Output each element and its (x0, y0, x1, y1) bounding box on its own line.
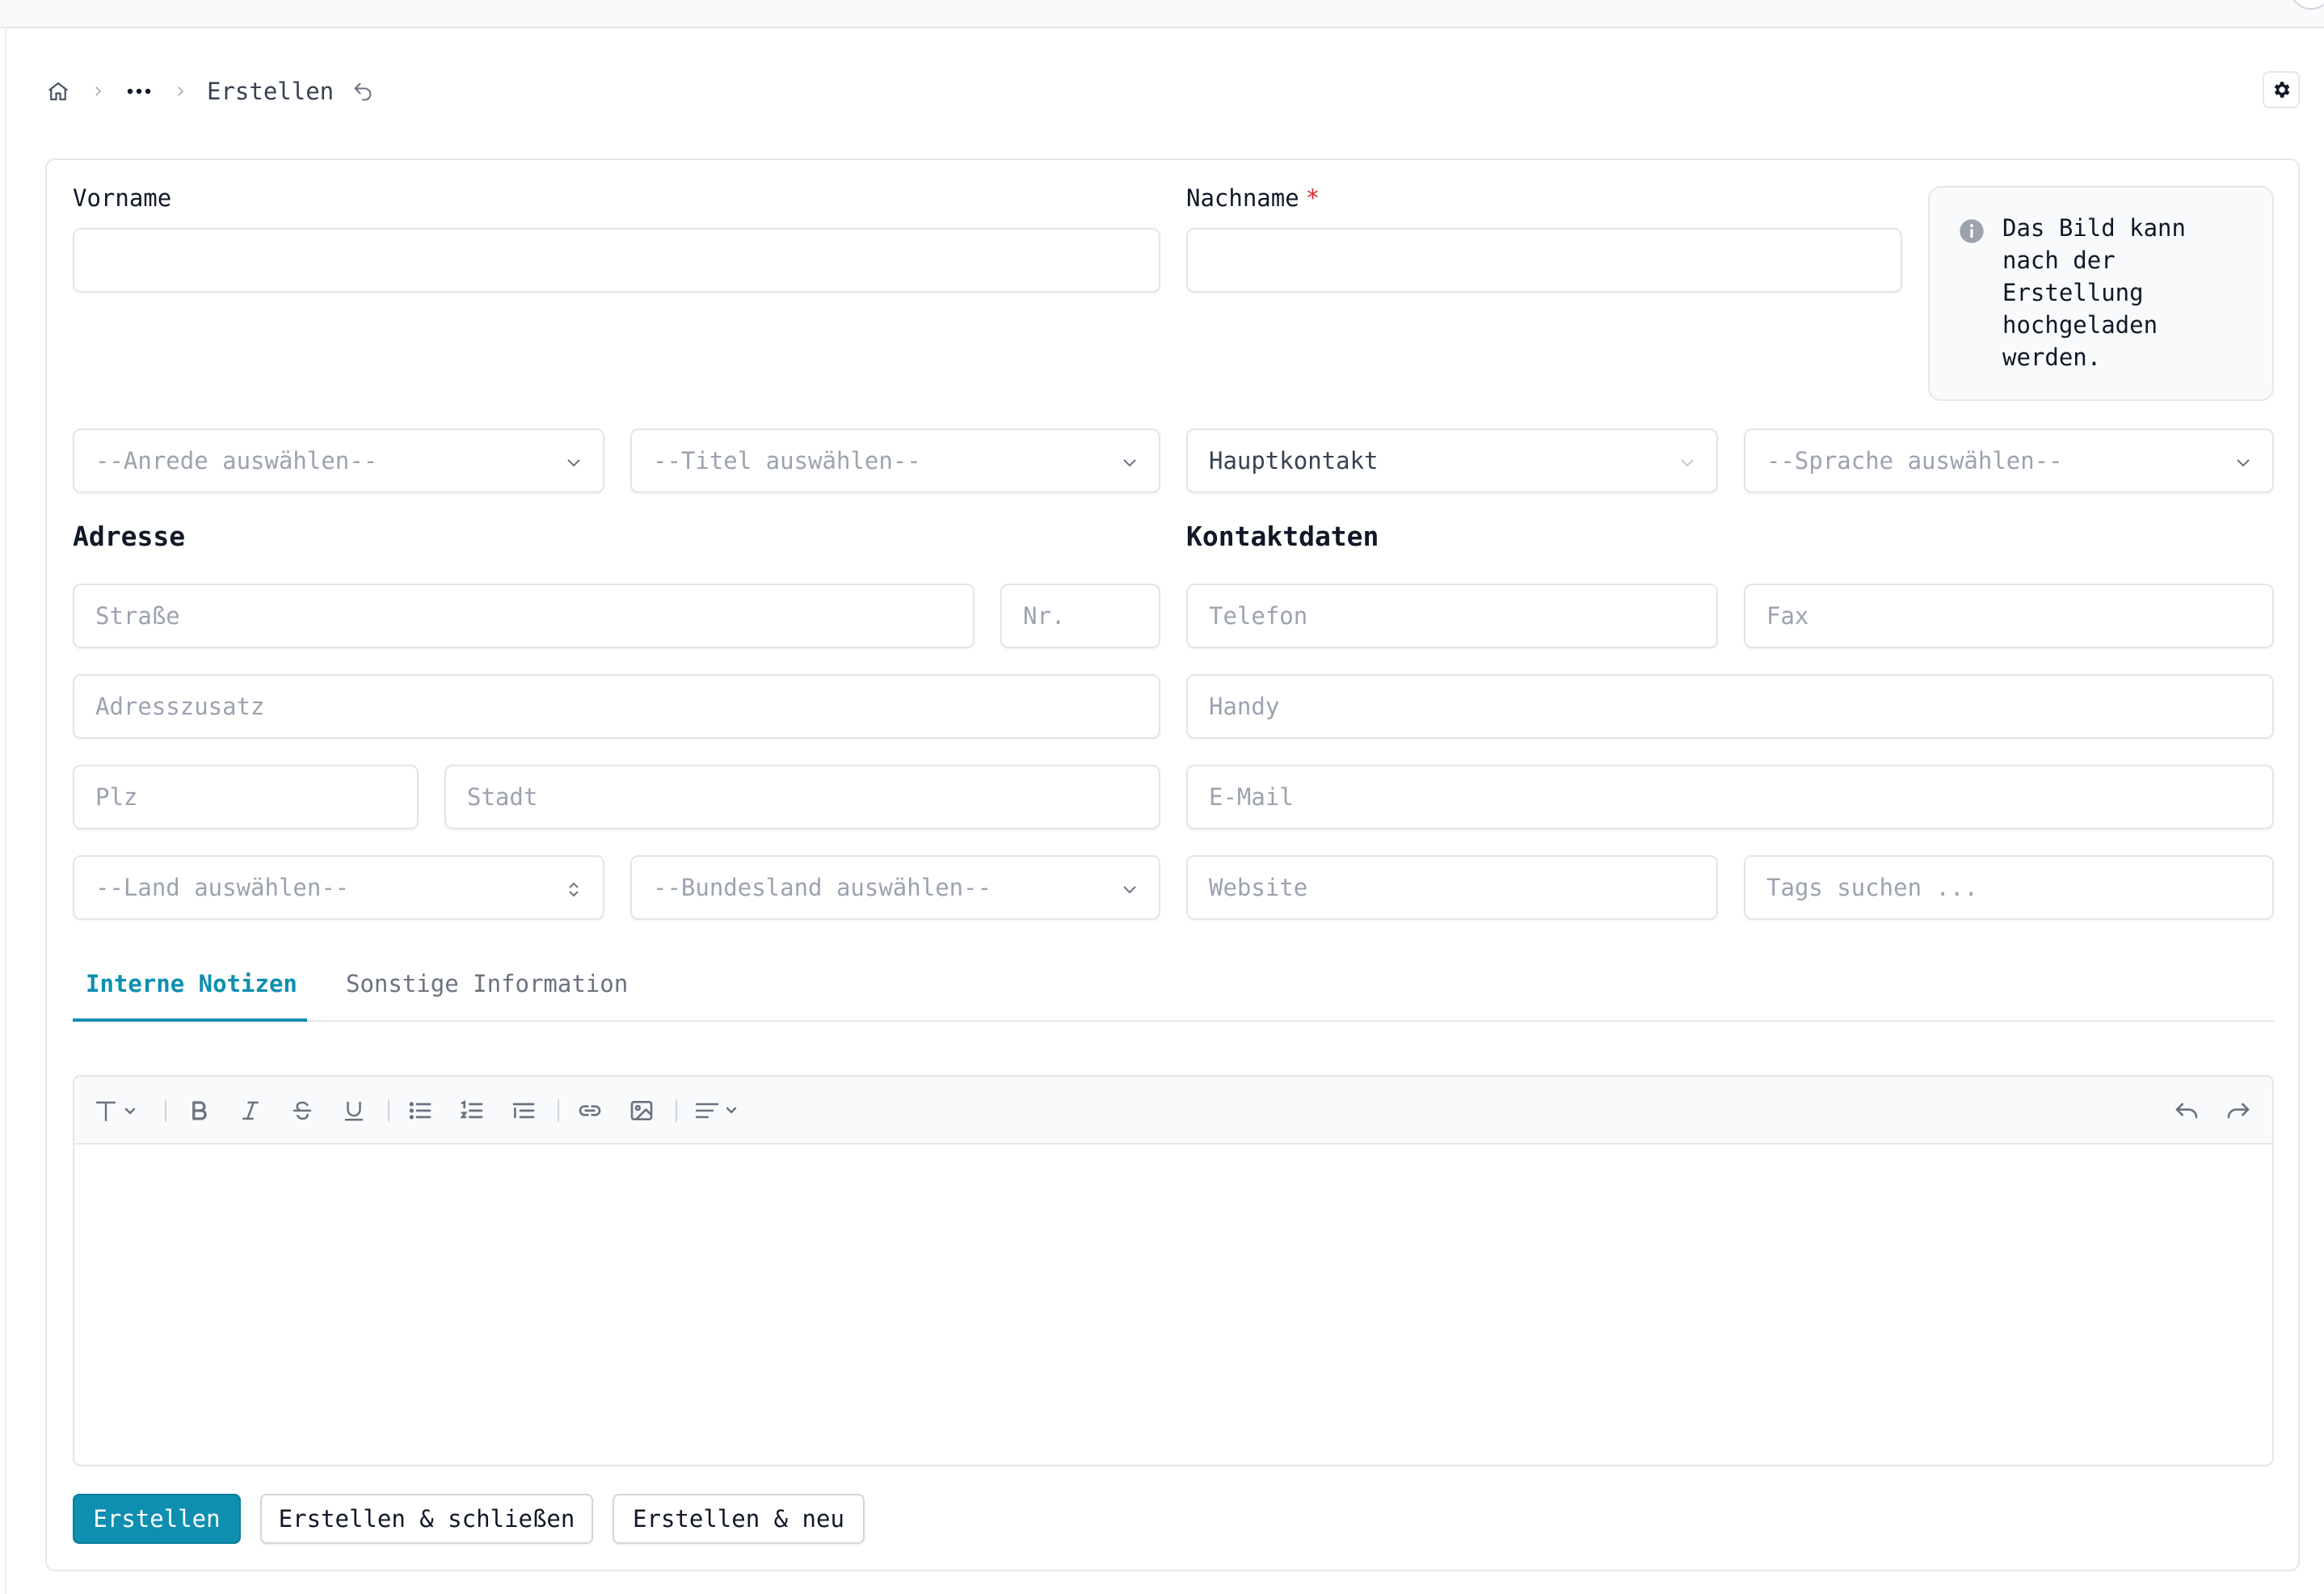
indent-list-icon[interactable] (509, 1096, 538, 1125)
tags-search-input[interactable]: Tags suchen ... (1744, 855, 2274, 920)
chevron-down-icon (2237, 459, 2250, 467)
gear-icon (2274, 82, 2290, 98)
chevron-right-icon (171, 82, 189, 100)
chevron-down-icon (1123, 886, 1136, 894)
telefon-input[interactable]: Telefon (1186, 584, 1718, 648)
handy-input[interactable]: Handy (1186, 674, 2274, 739)
image-icon[interactable] (627, 1096, 656, 1125)
stadt-input[interactable]: Stadt (444, 765, 1160, 829)
more-icon[interactable] (124, 78, 154, 104)
bullet-list-icon[interactable] (406, 1096, 435, 1125)
sidebar-edge (5, 27, 6, 1594)
top-bar (0, 0, 2324, 28)
plz-input[interactable]: Plz (73, 765, 419, 829)
active-tab-indicator (73, 1018, 307, 1022)
titel-select[interactable]: --Titel auswählen-- (630, 428, 1160, 493)
back-arrow-icon[interactable] (352, 79, 376, 103)
anrede-value: --Anrede auswählen-- (95, 447, 378, 474)
strasse-input[interactable]: Straße (73, 584, 975, 648)
kontakttyp-select[interactable]: Hauptkontakt (1186, 428, 1718, 493)
strikethrough-icon[interactable] (288, 1096, 317, 1125)
required-marker: * (1305, 184, 1320, 212)
create-close-button[interactable]: Erstellen & schließen (260, 1494, 593, 1544)
image-info-box: Das Bild kann nach der Erstellung hochge… (1928, 186, 2274, 401)
chevron-down-icon (567, 459, 580, 467)
nachname-input[interactable] (1186, 228, 1902, 293)
hausnummer-input[interactable]: Nr. (1000, 584, 1160, 648)
breadcrumb-current: Erstellen (207, 78, 335, 105)
toolbar-separator (165, 1099, 166, 1122)
editor-toolbar (74, 1077, 2272, 1145)
toolbar-separator (388, 1099, 389, 1122)
bundesland-select[interactable]: --Bundesland auswählen-- (630, 855, 1160, 920)
chevron-right-icon (89, 82, 107, 100)
breadcrumb: Erstellen (45, 71, 376, 112)
toolbar-separator (676, 1099, 677, 1122)
bold-icon[interactable] (184, 1096, 213, 1125)
underline-icon[interactable] (339, 1096, 368, 1125)
vorname-input[interactable] (73, 228, 1160, 293)
info-icon (1960, 219, 1984, 243)
toolbar-separator (558, 1099, 559, 1122)
nachname-label: Nachname * (1186, 184, 1320, 212)
land-select[interactable]: --Land auswählen-- (73, 855, 604, 920)
align-icon[interactable] (693, 1096, 745, 1125)
vorname-label: Vorname (73, 184, 172, 212)
fax-input[interactable]: Fax (1744, 584, 2274, 648)
redo-icon[interactable] (2224, 1096, 2253, 1125)
create-new-button[interactable]: Erstellen & neu (613, 1494, 865, 1544)
editor-content-area[interactable] (74, 1145, 2272, 1465)
anrede-select[interactable]: --Anrede auswählen-- (73, 428, 604, 493)
tab-divider (73, 1020, 2274, 1022)
create-button[interactable]: Erstellen (73, 1494, 241, 1544)
kontakttyp-value: Hauptkontakt (1209, 447, 1379, 474)
chevron-down-icon (1123, 459, 1136, 467)
link-icon[interactable] (575, 1096, 604, 1125)
italic-icon[interactable] (236, 1096, 265, 1125)
rich-text-editor (73, 1075, 2274, 1466)
updown-chevron-icon (569, 882, 579, 897)
email-input[interactable]: E-Mail (1186, 765, 2274, 829)
home-icon[interactable] (45, 78, 71, 104)
info-text: Das Bild kann nach der Erstellung hochge… (2002, 214, 2186, 371)
adresse-heading: Adresse (73, 521, 186, 552)
kontaktdaten-heading: Kontaktdaten (1186, 521, 1379, 552)
text-style-icon[interactable] (92, 1096, 144, 1125)
website-input[interactable]: Website (1186, 855, 1718, 920)
chevron-down-icon (1681, 459, 1694, 467)
settings-button[interactable] (2263, 71, 2300, 108)
land-value: --Land auswählen-- (95, 874, 350, 901)
bundesland-value: --Bundesland auswählen-- (653, 874, 992, 901)
tab-interne-notizen[interactable]: Interne Notizen (86, 970, 297, 997)
tab-sonstige-information[interactable]: Sonstige Information (346, 970, 628, 997)
sprache-value: --Sprache auswählen-- (1766, 447, 2063, 474)
titel-value: --Titel auswählen-- (653, 447, 921, 474)
undo-icon[interactable] (2172, 1096, 2201, 1125)
sprache-select[interactable]: --Sprache auswählen-- (1744, 428, 2274, 493)
adresszusatz-input[interactable]: Adresszusatz (73, 674, 1160, 739)
ordered-list-icon[interactable] (457, 1096, 486, 1125)
